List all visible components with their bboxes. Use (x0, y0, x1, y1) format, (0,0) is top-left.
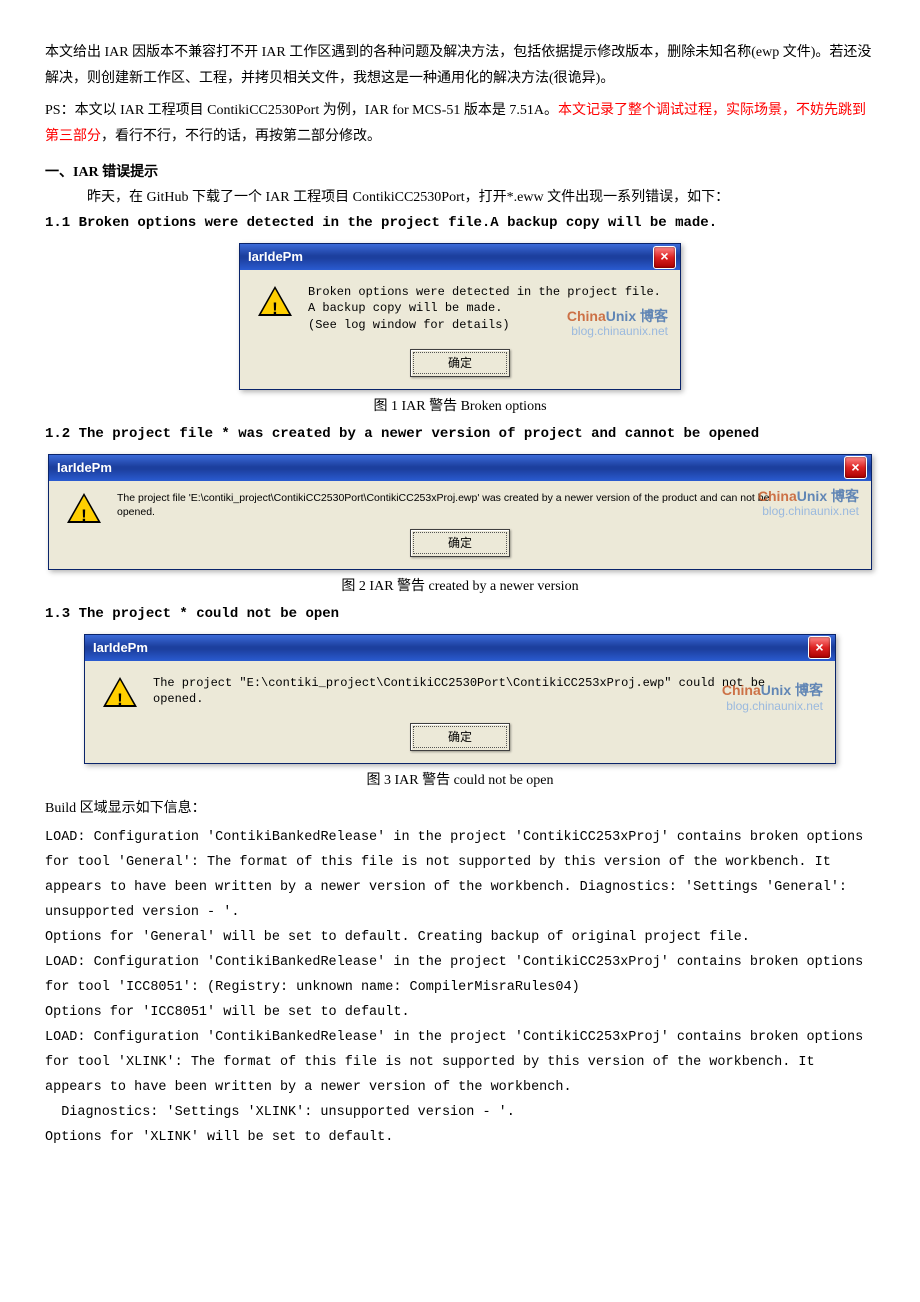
build-line: Options for 'ICC8051' will be set to def… (45, 1001, 875, 1026)
warning-icon: ! (67, 493, 101, 523)
dialog-titlebar: IarIdePm × (49, 455, 871, 481)
intro-paragraph-1: 本文给出 IAR 因版本不兼容打不开 IAR 工作区遇到的各种问题及解决方法，包… (45, 40, 875, 92)
build-line: Options for 'General' will be set to def… (45, 926, 875, 951)
caption-2: 图 2 IAR 警告 created by a newer version (45, 574, 875, 600)
section-1-lead: 昨天，在 GitHub 下载了一个 IAR 工程项目 ContikiCC2530… (45, 185, 875, 211)
build-lead: Build 区域显示如下信息： (45, 796, 875, 822)
warning-icon: ! (103, 677, 137, 707)
dialog-title: IarIdePm (57, 456, 112, 480)
build-log: LOAD: Configuration 'ContikiBankedReleas… (45, 826, 875, 1151)
dialog-title: IarIdePm (248, 245, 303, 269)
dialog-could-not-open: IarIdePm × ! The project "E:\contiki_pro… (84, 634, 836, 765)
close-icon[interactable]: × (808, 636, 831, 659)
intro-paragraph-2: PS：本文以 IAR 工程项目 ContikiCC2530Port 为例，IAR… (45, 98, 875, 150)
caption-3: 图 3 IAR 警告 could not be open (45, 768, 875, 794)
ok-button[interactable]: 确定 (410, 349, 510, 377)
dialog-broken-options: IarIdePm × ! Broken options were detecte… (239, 243, 681, 390)
ok-button[interactable]: 确定 (410, 529, 510, 557)
build-line: LOAD: Configuration 'ContikiBankedReleas… (45, 1026, 875, 1101)
build-line: LOAD: Configuration 'ContikiBankedReleas… (45, 826, 875, 926)
heading-1-1: 1.1 Broken options were detected in the … (45, 211, 875, 237)
caption-1: 图 1 IAR 警告 Broken options (45, 394, 875, 420)
wm-tail: 博客 (827, 488, 859, 504)
dialog-newer-version: IarIdePm × ! The project file 'E:\contik… (48, 454, 872, 570)
heading-1-2: 1.2 The project file * was created by a … (45, 422, 875, 448)
warning-icon: ! (258, 286, 292, 316)
close-icon[interactable]: × (653, 246, 676, 269)
build-line: Options for 'XLINK' will be set to defau… (45, 1126, 875, 1151)
dialog-message: Broken options were detected in the proj… (308, 284, 661, 333)
build-line: LOAD: Configuration 'ContikiBankedReleas… (45, 951, 875, 1001)
heading-1-3: 1.3 The project * could not be open (45, 602, 875, 628)
msg-line: (See log window for details) (308, 318, 510, 332)
msg-line: Broken options were detected in the proj… (308, 285, 661, 299)
intro-p2c: ，看行不行，不行的话，再按第二部分修改。 (101, 129, 381, 144)
dialog-titlebar: IarIdePm × (240, 244, 680, 270)
ok-button[interactable]: 确定 (410, 723, 510, 751)
dialog-titlebar: IarIdePm × (85, 635, 835, 661)
section-1-header: 一、IAR 错误提示 (45, 160, 875, 186)
dialog-message: The project file 'E:\contiki_project\Con… (117, 491, 807, 519)
build-line: Diagnostics: 'Settings 'XLINK': unsuppor… (45, 1101, 875, 1126)
intro-p2a: PS：本文以 IAR 工程项目 ContikiCC2530Port 为例，IAR… (45, 103, 558, 118)
close-icon[interactable]: × (844, 456, 867, 479)
dialog-title: IarIdePm (93, 636, 148, 660)
dialog-message: The project "E:\contiki_project\ContikiC… (153, 675, 817, 707)
msg-line: A backup copy will be made. (308, 301, 502, 315)
